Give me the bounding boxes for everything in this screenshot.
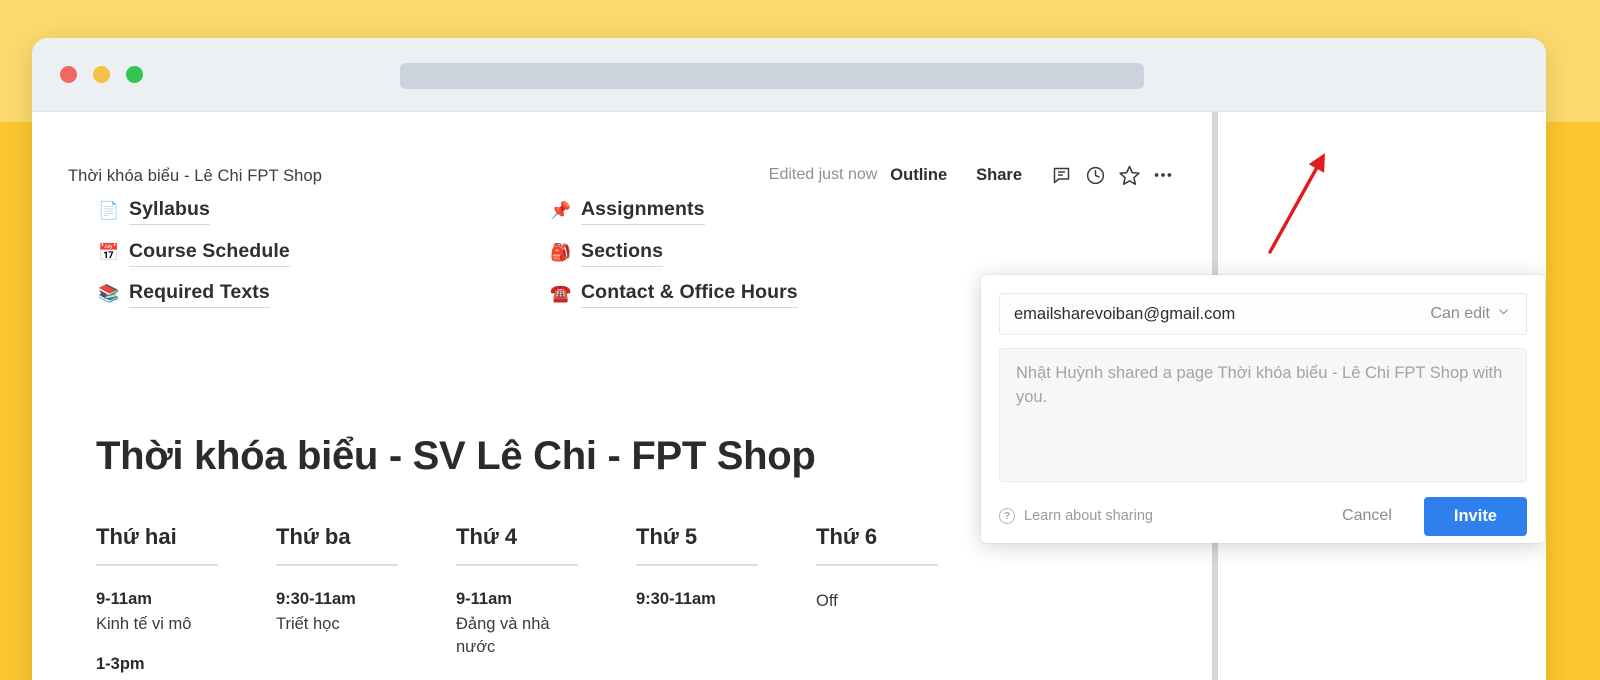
list-item-label[interactable]: Contact & Office Hours <box>581 281 798 308</box>
schedule-slot: 9-11am Đảng và nhà nước <box>456 590 636 661</box>
list-item[interactable]: 📌 Assignments <box>550 198 798 227</box>
slot-subject: Kinh tế vi mô <box>96 614 192 633</box>
schedule-column-thu-4: Thứ 4 9-11am Đảng và nhà nước 1-3pm Uống… <box>456 524 636 680</box>
backpack-icon: 🎒 <box>550 242 572 262</box>
quick-links-right-column: 📌 Assignments 🎒 Sections ☎️ Contact & Of… <box>550 198 798 323</box>
list-item-label[interactable]: Course Schedule <box>129 240 290 267</box>
list-item[interactable]: 📅 Course Schedule <box>98 240 290 269</box>
share-email-row: emailsharevoiban@gmail.com Can edit <box>999 293 1527 335</box>
column-header: Thứ 5 <box>636 524 698 549</box>
share-button[interactable]: Share <box>976 166 1022 185</box>
pushpin-icon: 📌 <box>550 201 572 220</box>
schedule-slot: Off <box>816 590 996 614</box>
close-window-button[interactable] <box>60 66 77 83</box>
maximize-window-button[interactable] <box>126 66 143 83</box>
history-clock-icon[interactable] <box>1078 160 1112 190</box>
column-header: Thứ 6 <box>816 524 878 549</box>
slot-subject: Đảng và nhà nước <box>456 614 550 657</box>
slot-subject: Off <box>816 591 838 610</box>
schedule-slot: 1-3pm Marketing căn bản <box>96 655 276 680</box>
edited-status: Edited just now <box>768 166 878 183</box>
invite-button[interactable]: Invite <box>1423 496 1527 536</box>
page-header-actions: Edited just now Outline Share <box>769 160 1180 190</box>
schedule-table: Thứ hai 9-11am Kinh tế vi mô 1-3pm Marke… <box>96 524 996 680</box>
browser-titlebar <box>32 38 1546 112</box>
column-divider <box>816 564 938 566</box>
more-options-icon[interactable] <box>1146 160 1180 190</box>
comment-icon[interactable] <box>1044 160 1078 190</box>
page-document-icon: 📄 <box>98 201 120 220</box>
slot-subject: Triết học <box>276 614 340 633</box>
slot-time: 9-11am <box>96 589 152 608</box>
schedule-slot: 9:30-11am Triết học <box>276 590 456 637</box>
list-item[interactable]: 📚 Required Texts <box>98 281 290 310</box>
quick-links-left-column: 📄 Syllabus 📅 Course Schedule 📚 Required … <box>98 198 290 323</box>
schedule-column-thu-5: Thứ 5 9:30-11am <box>636 524 816 680</box>
column-header: Thứ 4 <box>456 524 518 549</box>
column-divider <box>276 564 398 566</box>
permission-label: Can edit <box>1430 305 1490 322</box>
list-item-label[interactable]: Required Texts <box>129 281 270 308</box>
list-item-label[interactable]: Assignments <box>581 198 705 225</box>
column-divider <box>636 564 758 566</box>
share-email-input[interactable]: emailsharevoiban@gmail.com <box>1014 305 1430 324</box>
schedule-column-thu-hai: Thứ hai 9-11am Kinh tế vi mô 1-3pm Marke… <box>96 524 276 680</box>
list-item[interactable]: ☎️ Contact & Office Hours <box>550 281 798 310</box>
cancel-button[interactable]: Cancel <box>1342 507 1392 525</box>
help-question-icon: ? <box>999 508 1015 524</box>
list-item[interactable]: 📄 Syllabus <box>98 198 290 227</box>
learn-about-sharing-link[interactable]: ? Learn about sharing <box>999 508 1153 524</box>
share-message-textarea[interactable]: Nhật Huỳnh shared a page Thời khóa biểu … <box>999 348 1527 482</box>
permission-dropdown[interactable]: Can edit <box>1430 305 1512 323</box>
address-bar[interactable] <box>400 63 1144 89</box>
minimize-window-button[interactable] <box>93 66 110 83</box>
share-dialog: emailsharevoiban@gmail.com Can edit Nhật… <box>981 275 1545 543</box>
schedule-slot: 9-11am Kinh tế vi mô <box>96 590 276 637</box>
slot-time: 9:30-11am <box>636 589 716 608</box>
schedule-column-thu-6: Thứ 6 Off <box>816 524 996 680</box>
page-body: Edited just now Outline Share Thời khóa … <box>32 112 1546 680</box>
star-favorite-icon[interactable] <box>1112 160 1146 190</box>
column-divider <box>456 564 578 566</box>
telephone-icon: ☎️ <box>550 284 572 303</box>
column-divider <box>96 564 218 566</box>
schedule-slot: 9:30-11am <box>636 590 816 609</box>
slot-time: 1-3pm <box>96 655 145 674</box>
calendar-icon: 📅 <box>98 242 120 262</box>
column-header: Thứ hai <box>96 524 177 549</box>
schedule-column-thu-ba: Thứ ba 9:30-11am Triết học <box>276 524 456 680</box>
outline-button[interactable]: Outline <box>890 166 947 185</box>
share-message-placeholder: Nhật Huỳnh shared a page Thời khóa biểu … <box>1016 364 1503 406</box>
slot-time: 9-11am <box>456 589 512 608</box>
page-title: Thời khóa biểu - SV Lê Chi - FPT Shop <box>96 434 816 478</box>
browser-window: Edited just now Outline Share Thời khóa … <box>32 38 1546 680</box>
window-controls <box>60 66 143 83</box>
list-item-label[interactable]: Sections <box>581 240 664 267</box>
list-item-label[interactable]: Syllabus <box>129 198 210 225</box>
column-header: Thứ ba <box>276 524 351 549</box>
slot-time: 9:30-11am <box>276 589 356 608</box>
share-dialog-footer: ? Learn about sharing Cancel Invite <box>999 496 1527 536</box>
chevron-down-icon <box>1497 305 1510 323</box>
list-item[interactable]: 🎒 Sections <box>550 240 798 269</box>
books-icon: 📚 <box>98 284 120 303</box>
learn-link-label: Learn about sharing <box>1024 508 1153 524</box>
breadcrumb[interactable]: Thời khóa biểu - Lê Chi FPT Shop <box>68 167 322 186</box>
